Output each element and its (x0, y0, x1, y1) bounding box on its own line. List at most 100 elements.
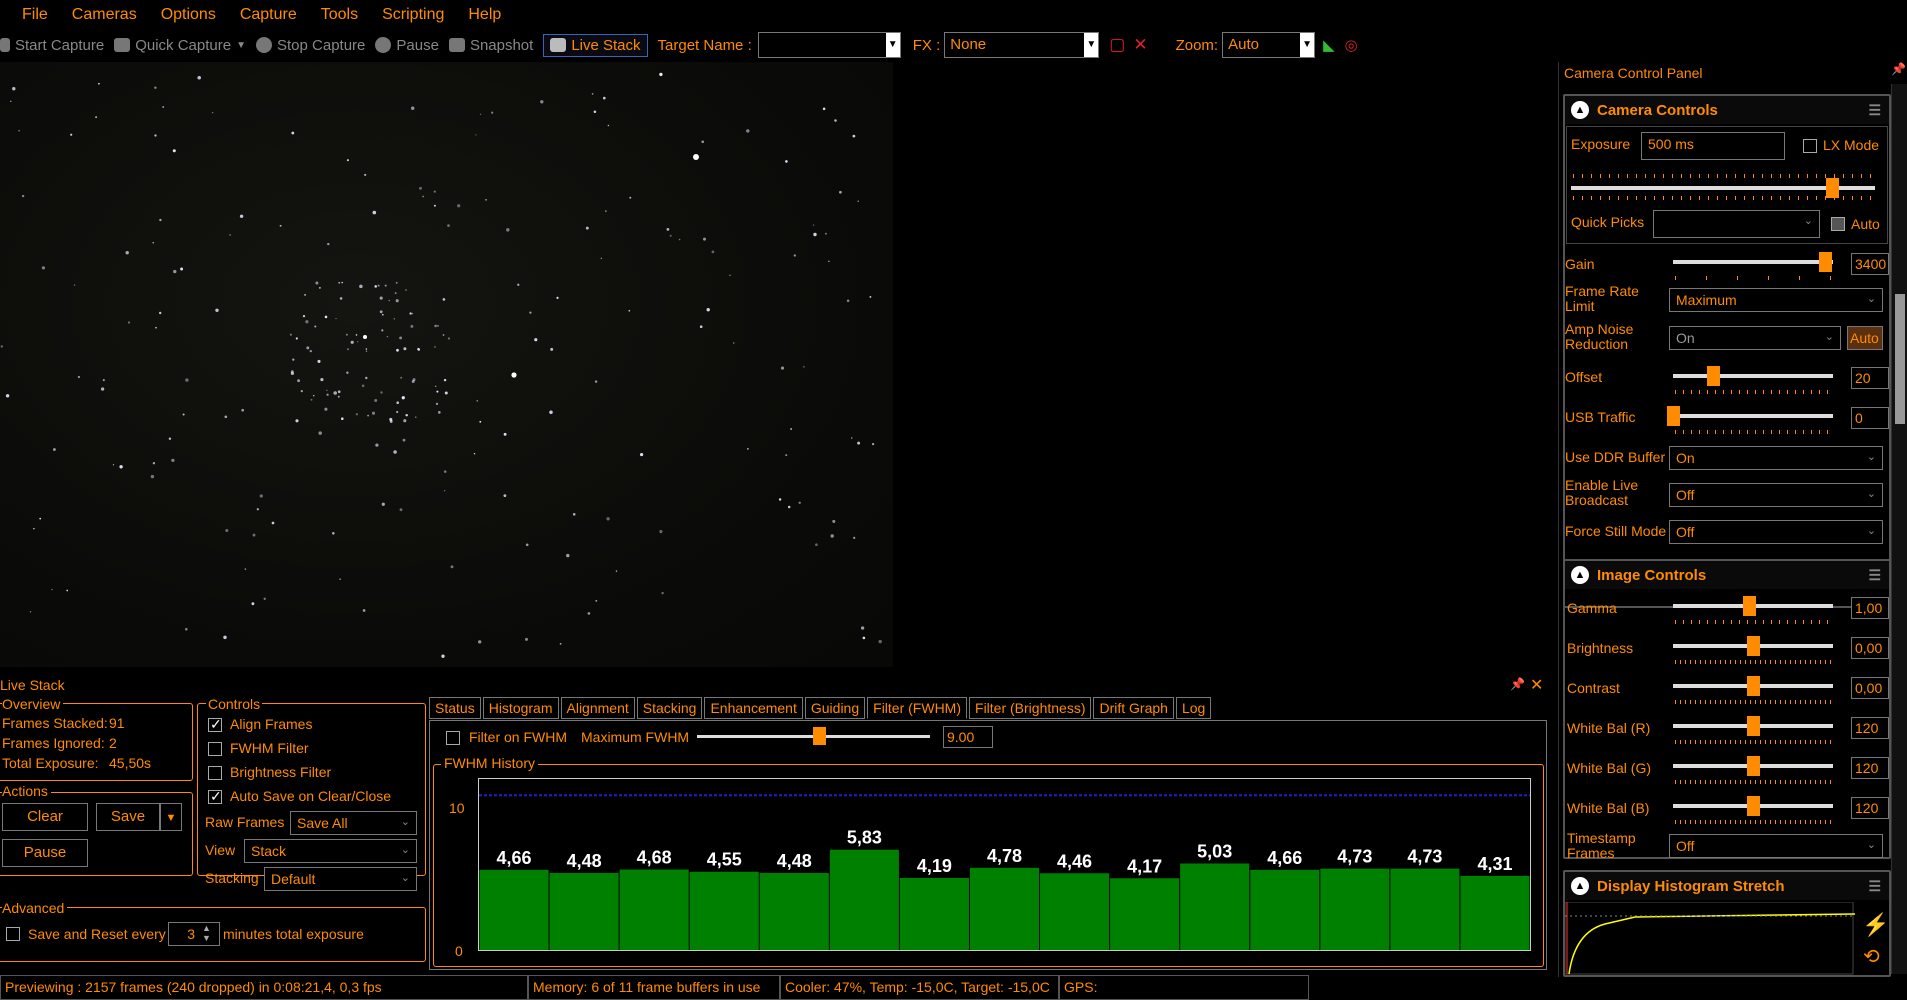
collapse-icon[interactable]: ▲ (1571, 877, 1589, 895)
clear-roi-icon[interactable]: ✕ (1133, 35, 1147, 55)
save-reset-checkbox[interactable] (6, 927, 20, 941)
offset-slider[interactable] (1673, 366, 1833, 386)
reset-stretch-icon[interactable]: ⟲ (1863, 944, 1880, 969)
auto-stretch-icon[interactable]: ⚡ (1862, 912, 1889, 938)
tab-log[interactable]: Log (1175, 697, 1212, 719)
chevron-down-icon[interactable]: ▼ (1084, 33, 1099, 57)
max-fwhm-slider[interactable] (697, 727, 930, 745)
pause-button[interactable]: Pause (375, 37, 439, 54)
close-icon[interactable]: ✕ (1530, 675, 1543, 695)
histogram-stretch-graph[interactable] (1565, 902, 1855, 976)
max-fwhm-value[interactable]: 9.00 (943, 726, 993, 748)
target-name-input[interactable]: ▼ (757, 32, 901, 58)
contrast-value[interactable]: 0,00 (1851, 677, 1889, 699)
align-frames-checkbox[interactable] (208, 716, 222, 733)
contrast-slider[interactable] (1673, 676, 1833, 696)
raw-frames-select[interactable]: Save All ⌄ (290, 811, 417, 835)
tab-filter-fwhm[interactable]: Filter (FWHM) (867, 697, 968, 719)
gamma-slider[interactable] (1673, 596, 1833, 616)
slider-thumb[interactable] (1747, 636, 1760, 656)
white-bal-g-slider[interactable] (1673, 756, 1833, 776)
tab-status[interactable]: Status (429, 697, 481, 719)
exposure-input[interactable]: 500 ms (1641, 132, 1785, 160)
preview-image[interactable] (0, 62, 893, 667)
tab-enhancement[interactable]: Enhancement (704, 697, 803, 719)
image-controls-header[interactable]: ▲ Image Controls ☰ (1565, 561, 1889, 589)
slider-thumb[interactable] (1747, 756, 1760, 776)
menu-icon[interactable]: ☰ (1868, 878, 1881, 895)
white-bal-b-slider[interactable] (1673, 796, 1833, 816)
stop-capture-button[interactable]: Stop Capture (256, 37, 365, 54)
tab-filter-brightness[interactable]: Filter (Brightness) (969, 697, 1092, 719)
offset-value[interactable]: 20 (1851, 367, 1889, 389)
pin-icon[interactable]: 📌 (1510, 677, 1525, 691)
frame-rate-select[interactable]: Maximum ⌄ (1669, 288, 1883, 312)
menu-icon[interactable]: ☰ (1868, 102, 1881, 119)
slider-thumb[interactable] (1819, 252, 1832, 272)
slider-thumb[interactable] (1747, 796, 1760, 816)
save-options-button[interactable]: ▼ (160, 803, 182, 831)
target-icon[interactable]: ◎ (1345, 36, 1358, 54)
view-select[interactable]: Stack ⌄ (244, 839, 417, 863)
save-button[interactable]: Save (96, 803, 160, 831)
clear-button[interactable]: Clear (2, 803, 88, 831)
zoom-select[interactable]: Auto ▼ (1222, 32, 1316, 58)
timestamp-select[interactable]: Off ⌄ (1669, 834, 1883, 858)
tab-drift-graph[interactable]: Drift Graph (1093, 697, 1174, 719)
chevron-down-icon[interactable]: ▼ (885, 33, 900, 57)
filter-on-fwhm-checkbox[interactable] (446, 731, 460, 745)
brightness-value[interactable]: 0,00 (1851, 637, 1889, 659)
chevron-down-icon[interactable]: ▼ (236, 40, 246, 51)
tab-histogram[interactable]: Histogram (482, 697, 559, 719)
menu-capture[interactable]: Capture (228, 6, 309, 24)
live-stack-button[interactable]: Live Stack (543, 33, 648, 57)
amp-noise-select[interactable]: On ⌄ (1669, 326, 1841, 350)
pause-stack-button[interactable]: Pause (2, 839, 88, 867)
collapse-icon[interactable]: ▲ (1571, 101, 1589, 119)
menu-tools[interactable]: Tools (309, 6, 370, 24)
quick-picks-select[interactable]: ⌄ (1653, 210, 1820, 238)
gamma-value[interactable]: 1,00 (1851, 597, 1889, 619)
menu-options[interactable]: Options (149, 6, 228, 24)
white-bal-b-value[interactable]: 120 (1851, 797, 1889, 819)
slider-thumb[interactable] (1747, 716, 1760, 736)
menu-cameras[interactable]: Cameras (60, 6, 149, 24)
save-reset-minutes-input[interactable]: 3 (168, 922, 220, 946)
menu-icon[interactable]: ☰ (1868, 567, 1881, 584)
stacking-select[interactable]: Default ⌄ (264, 867, 417, 891)
chevron-down-icon[interactable]: ▼ (1300, 33, 1315, 57)
exposure-slider[interactable] (1571, 178, 1875, 198)
histogram-stretch-header[interactable]: ▲ Display Histogram Stretch ☰ (1565, 872, 1889, 900)
panel-scrollbar[interactable] (1891, 84, 1907, 974)
amp-noise-auto-button[interactable]: Auto (1847, 326, 1883, 350)
tab-alignment[interactable]: Alignment (560, 697, 635, 719)
fx-select[interactable]: None ▼ (944, 32, 1100, 58)
camera-controls-header[interactable]: ▲ Camera Controls ☰ (1565, 96, 1889, 124)
brightness-slider[interactable] (1673, 636, 1833, 656)
slider-thumb[interactable] (1743, 596, 1756, 616)
slider-thumb[interactable] (1667, 406, 1680, 426)
quick-capture-button[interactable]: Quick Capture ▼ (114, 37, 246, 54)
live-broadcast-select[interactable]: Off ⌄ (1669, 483, 1883, 507)
snapshot-button[interactable]: Snapshot (448, 37, 533, 54)
lx-mode-checkbox[interactable] (1803, 139, 1817, 153)
tab-stacking[interactable]: Stacking (636, 697, 703, 719)
usb-traffic-value[interactable]: 0 (1851, 407, 1889, 429)
slider-thumb[interactable] (1707, 366, 1720, 386)
slider-thumb[interactable] (1747, 676, 1760, 696)
menu-scripting[interactable]: Scripting (370, 6, 456, 24)
histogram-icon[interactable]: ◣ (1323, 36, 1335, 54)
tab-guiding[interactable]: Guiding (804, 697, 866, 719)
menu-file[interactable]: File (10, 6, 60, 24)
roi-icon[interactable]: ▢ (1109, 35, 1125, 55)
gain-slider[interactable] (1673, 252, 1833, 272)
slider-thumb[interactable] (1826, 178, 1839, 198)
brightness-filter-checkbox[interactable] (208, 766, 222, 780)
usb-traffic-slider[interactable] (1667, 406, 1833, 426)
force-still-select[interactable]: Off ⌄ (1669, 520, 1883, 544)
auto-save-checkbox[interactable] (208, 788, 222, 805)
scrollbar-thumb[interactable] (1895, 294, 1905, 424)
menu-help[interactable]: Help (456, 6, 513, 24)
slider-thumb[interactable] (813, 727, 826, 745)
stepper-icon[interactable]: ▲ ▼ (202, 923, 211, 943)
